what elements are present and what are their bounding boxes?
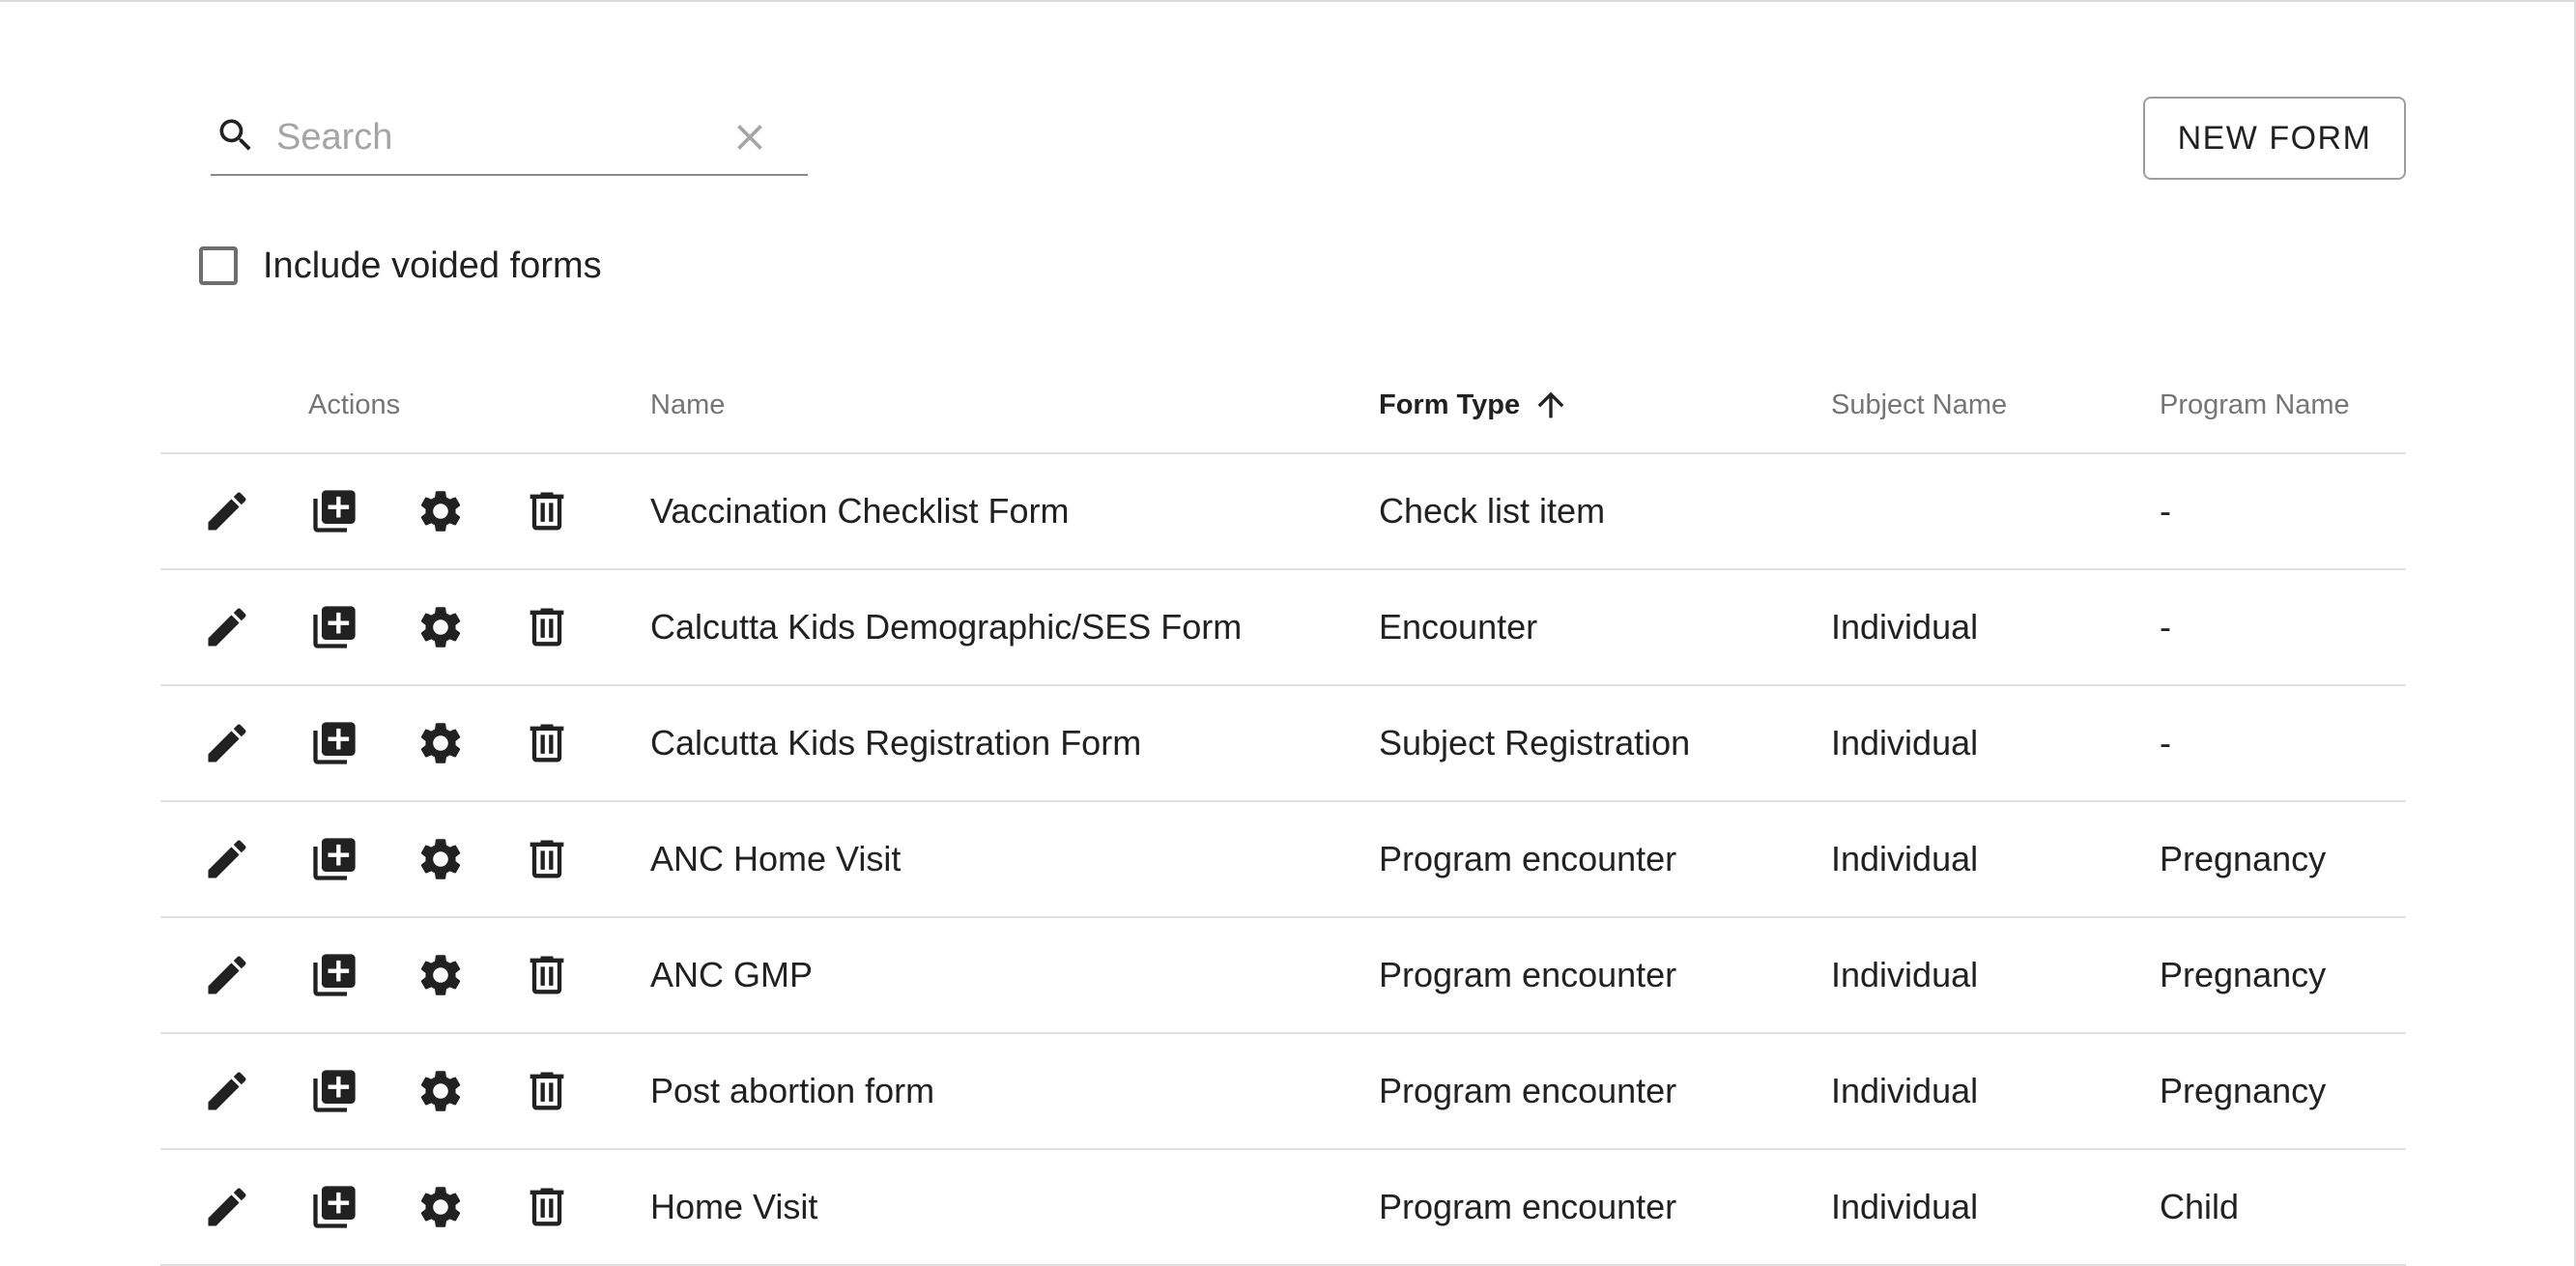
search-icon bbox=[215, 114, 257, 157]
table-row: Post abortion form Program encounter Indiv… bbox=[160, 1034, 2406, 1150]
cell-subject-name: Individual bbox=[1831, 1071, 1979, 1110]
edit-icon[interactable] bbox=[202, 834, 252, 884]
table-row: ANC Home Visit Program encounter Individua… bbox=[160, 802, 2406, 918]
clear-search-icon[interactable] bbox=[729, 116, 771, 158]
settings-icon[interactable] bbox=[415, 718, 466, 768]
search-input[interactable] bbox=[276, 110, 711, 164]
cell-subject-name: Individual bbox=[1831, 1187, 1979, 1226]
cell-form-type: Program encounter bbox=[1379, 1071, 1677, 1110]
cell-name: Calcutta Kids Registration Form bbox=[650, 723, 1142, 762]
settings-icon[interactable] bbox=[415, 834, 466, 884]
edit-icon[interactable] bbox=[202, 1066, 252, 1116]
cell-form-type: Program encounter bbox=[1379, 1187, 1677, 1226]
cell-name: Calcutta Kids Demographic/SES Form bbox=[650, 607, 1243, 647]
table-row: ANC GMP Program encounter Individual Pregna… bbox=[160, 918, 2406, 1034]
edit-icon[interactable] bbox=[202, 486, 252, 536]
duplicate-icon[interactable] bbox=[309, 486, 359, 536]
delete-icon[interactable] bbox=[522, 718, 572, 768]
cell-name: Home Visit bbox=[650, 1187, 818, 1226]
edit-icon[interactable] bbox=[202, 1182, 252, 1232]
column-header-program-name[interactable]: Program Name bbox=[2160, 358, 2350, 452]
settings-icon[interactable] bbox=[415, 1182, 466, 1232]
cell-program-name: Child bbox=[2160, 1187, 2240, 1226]
cell-name: ANC GMP bbox=[650, 955, 814, 994]
edit-icon[interactable] bbox=[202, 950, 252, 1000]
edit-icon[interactable] bbox=[202, 602, 252, 652]
settings-icon[interactable] bbox=[415, 602, 466, 652]
duplicate-icon[interactable] bbox=[309, 950, 359, 1000]
delete-icon[interactable] bbox=[522, 834, 572, 884]
column-header-name[interactable]: Name bbox=[650, 358, 725, 452]
search-bar bbox=[211, 99, 808, 176]
cell-program-name: - bbox=[2160, 723, 2171, 762]
delete-icon[interactable] bbox=[522, 1182, 572, 1232]
cell-form-type: Program encounter bbox=[1379, 839, 1677, 878]
cell-name: Vaccination Checklist Form bbox=[650, 491, 1070, 531]
edit-icon[interactable] bbox=[202, 718, 252, 768]
cell-program-name: Pregnancy bbox=[2160, 1071, 2327, 1110]
settings-icon[interactable] bbox=[415, 950, 466, 1000]
cell-subject-name: Individual bbox=[1831, 839, 1979, 878]
include-voided-checkbox[interactable] bbox=[199, 246, 238, 285]
new-form-button[interactable]: NEW FORM bbox=[2143, 97, 2406, 180]
duplicate-icon[interactable] bbox=[309, 1066, 359, 1116]
cell-form-type: Encounter bbox=[1379, 607, 1538, 647]
cell-subject-name: Individual bbox=[1831, 607, 1979, 647]
duplicate-icon[interactable] bbox=[309, 1182, 359, 1232]
table-row: Vaccination Checklist Form Check list ite… bbox=[160, 454, 2406, 570]
include-voided-label[interactable]: Include voided forms bbox=[263, 245, 602, 287]
table-header: Actions Name Form Type Subject Name Prog… bbox=[160, 358, 2406, 454]
cell-name: ANC Home Visit bbox=[650, 839, 902, 878]
delete-icon[interactable] bbox=[522, 486, 572, 536]
cell-name: Post abortion form bbox=[650, 1071, 935, 1110]
settings-icon[interactable] bbox=[415, 486, 466, 536]
sort-ascending-icon bbox=[1537, 391, 1564, 418]
duplicate-icon[interactable] bbox=[309, 834, 359, 884]
delete-icon[interactable] bbox=[522, 602, 572, 652]
cell-program-name: Pregnancy bbox=[2160, 839, 2327, 878]
settings-icon[interactable] bbox=[415, 1066, 466, 1116]
table-row: Home Visit Program encounter Individual Chi… bbox=[160, 1150, 2406, 1266]
cell-subject-name: Individual bbox=[1831, 723, 1979, 762]
cell-form-type: Program encounter bbox=[1379, 955, 1677, 994]
cell-form-type: Check list item bbox=[1379, 491, 1606, 531]
delete-icon[interactable] bbox=[522, 950, 572, 1000]
cell-program-name: - bbox=[2160, 607, 2171, 647]
cell-program-name: Pregnancy bbox=[2160, 955, 2327, 994]
cell-subject-name: Individual bbox=[1831, 955, 1979, 994]
column-header-actions: Actions bbox=[308, 388, 401, 420]
window-top-border bbox=[0, 0, 2576, 2]
duplicate-icon[interactable] bbox=[309, 718, 359, 768]
table-row: Calcutta Kids Registration Form Subject R… bbox=[160, 686, 2406, 802]
include-voided-row: Include voided forms bbox=[199, 240, 602, 292]
cell-form-type: Subject Registration bbox=[1379, 723, 1691, 762]
table-row: Calcutta Kids Demographic/SES Form Encoun… bbox=[160, 570, 2406, 686]
column-header-subject-name[interactable]: Subject Name bbox=[1831, 358, 2007, 452]
column-header-form-type[interactable]: Form Type bbox=[1379, 358, 1570, 452]
column-header-form-type-label: Form Type bbox=[1379, 388, 1521, 420]
delete-icon[interactable] bbox=[522, 1066, 572, 1116]
cell-program-name: - bbox=[2160, 491, 2171, 531]
duplicate-icon[interactable] bbox=[309, 602, 359, 652]
